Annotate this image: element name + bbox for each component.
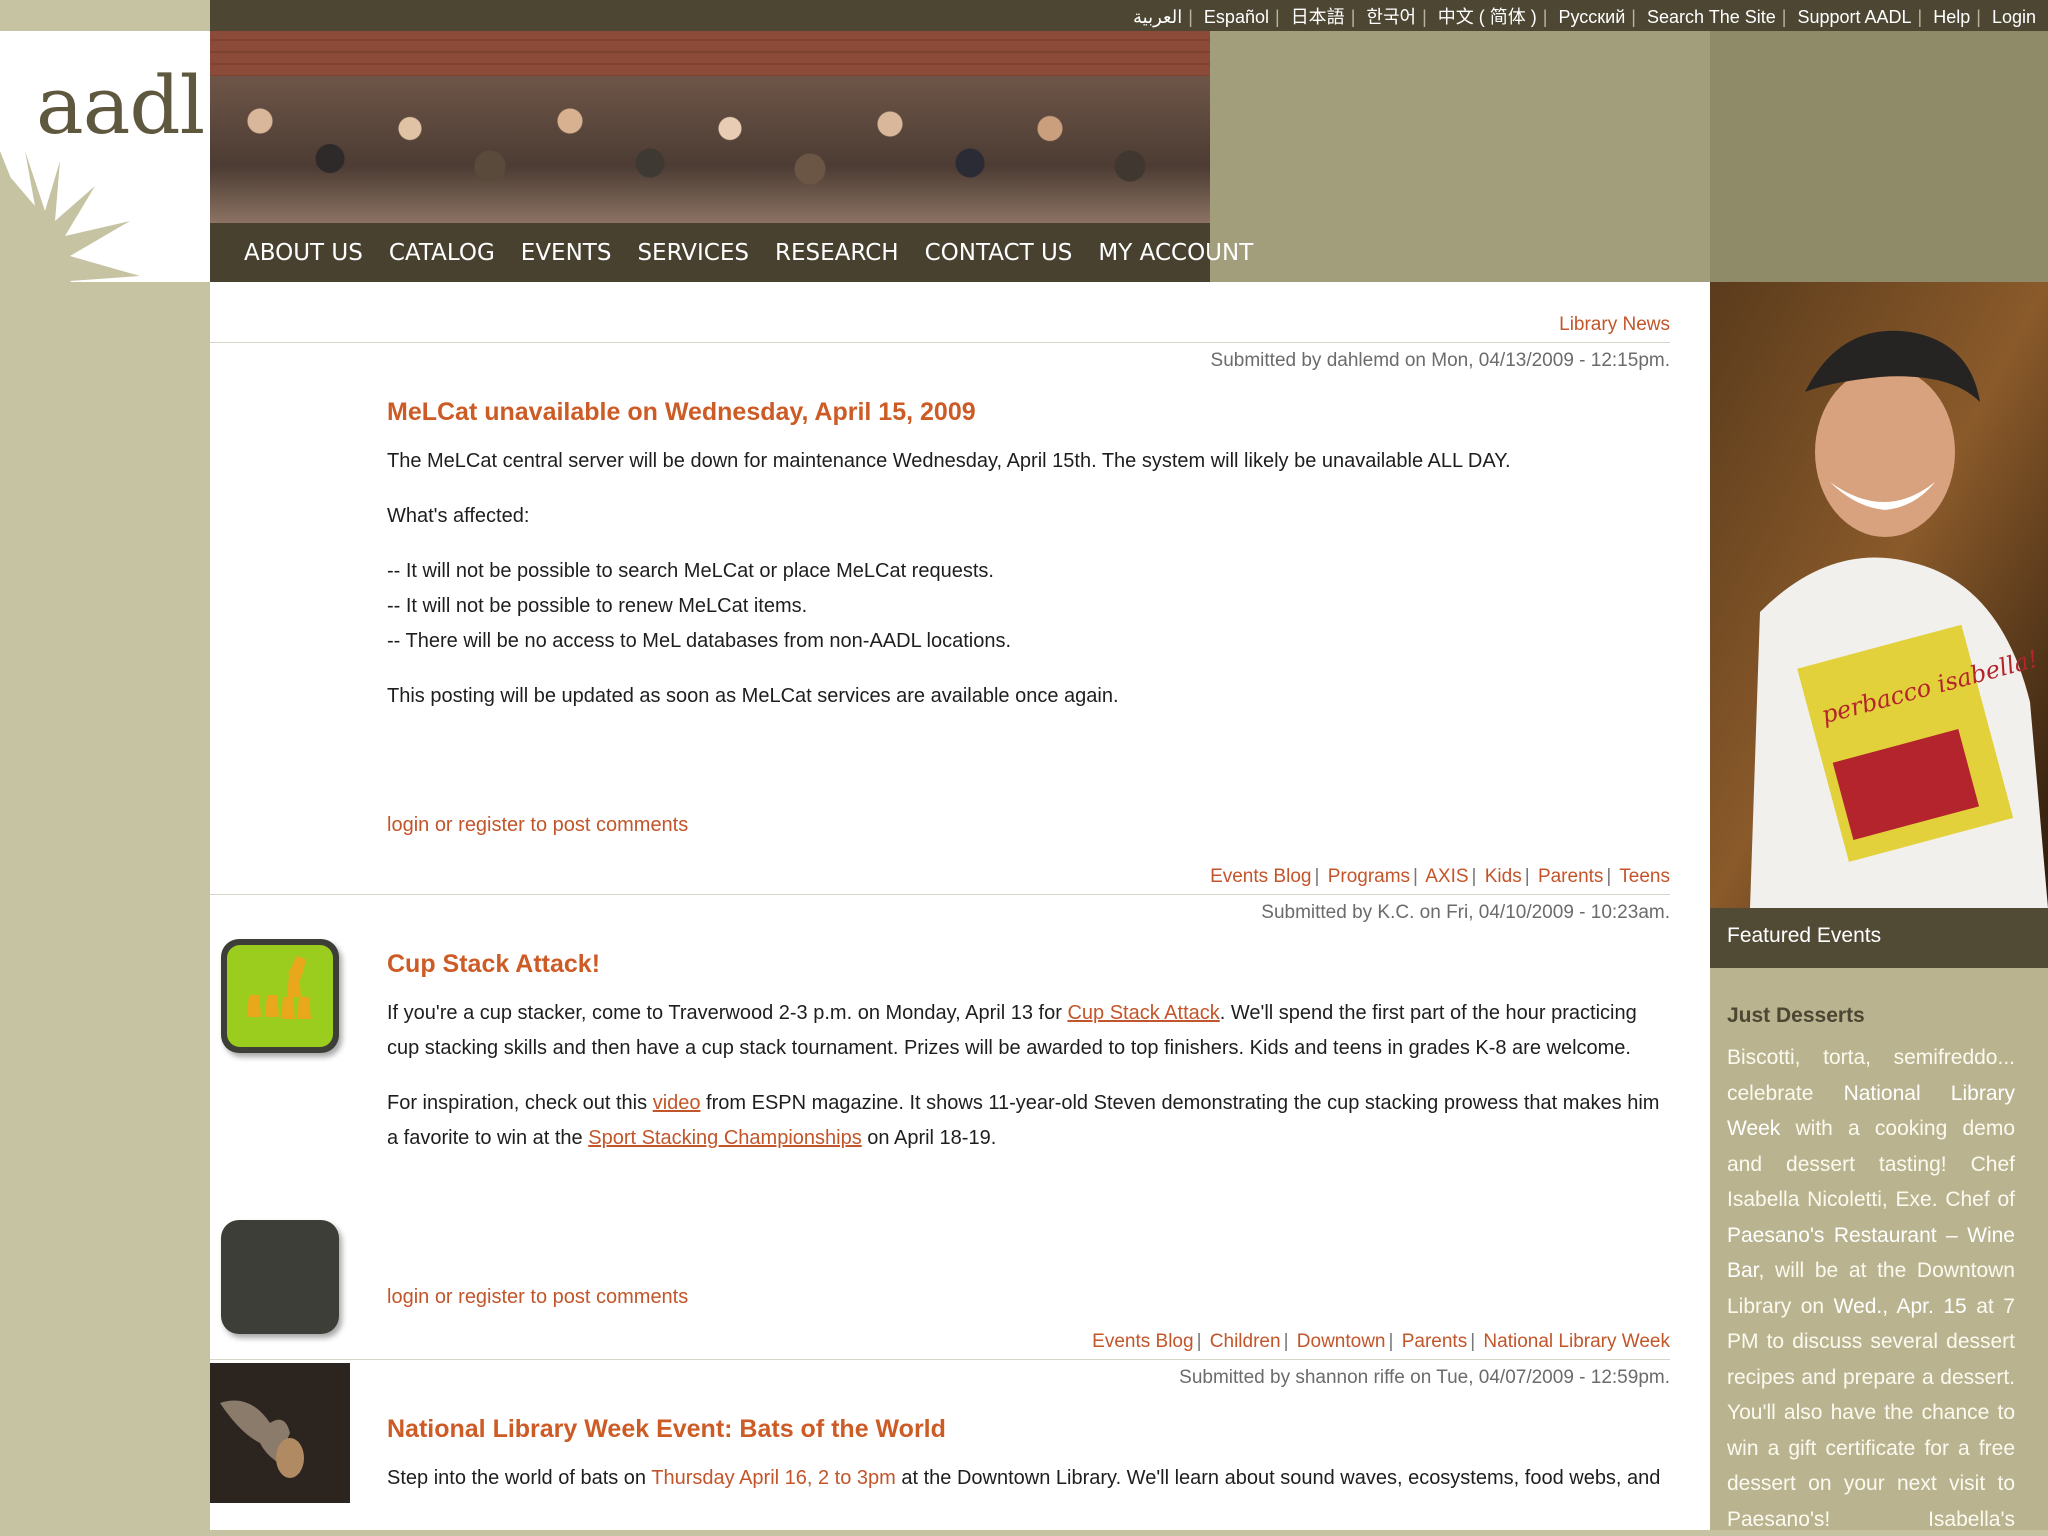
cup-stack-image[interactable] [221, 939, 339, 1053]
tag-programs[interactable]: Programs [1328, 866, 1410, 887]
tag-library-news[interactable]: Library News [1559, 314, 1670, 335]
post-list-line: -- It will not be possible to renew MeLC… [387, 595, 808, 617]
tag-events-blog[interactable]: Events Blog [1092, 1331, 1193, 1352]
post-tags: Events Blog | Programs | AXIS | Kids | Paren… [1210, 866, 1670, 887]
featured-event-photo[interactable]: perbacco isabella! [1710, 282, 2048, 908]
post-paragraph: Step into the world of bats on Thursday … [387, 1467, 1661, 1489]
post-submitted: Submitted by K.C. on Fri, 04/10/2009 - 1… [1261, 902, 1670, 923]
divider [210, 342, 1670, 343]
tag-teens[interactable]: Teens [1619, 866, 1670, 887]
main-nav: ABOUT US CATALOG EVENTS SERVICES RESEARC… [210, 223, 1253, 282]
tag-kids[interactable]: Kids [1485, 866, 1522, 887]
logo[interactable]: aadl.org [0, 31, 210, 282]
featured-event-title[interactable]: Just Desserts [1727, 1004, 2015, 1028]
post-list-line: -- There will be no access to MeL databa… [387, 630, 1012, 652]
post-title[interactable]: National Library Week Event: Bats of the… [387, 1415, 946, 1444]
utility-links: العربية | Español | 日本語 | 한국어 | 中文 ( 简体 ) | Р… [1133, 7, 2036, 27]
post-body: Step into the world of bats on Thursday … [387, 1461, 1670, 1516]
post-paragraph: If you're a cup stacker, come to Traverw… [387, 1002, 1637, 1059]
lang-spanish-link[interactable]: Español [1204, 7, 1269, 27]
post-tags: Library News [1559, 314, 1670, 336]
championships-link[interactable]: Sport Stacking Championships [588, 1127, 861, 1149]
tag-national-library-week[interactable]: National Library Week [1483, 1331, 1670, 1352]
post-title[interactable]: MeLCat unavailable on Wednesday, April 1… [387, 398, 976, 427]
bottom-strip [0, 1530, 2048, 1536]
lang-korean-link[interactable]: 한국어 [1366, 7, 1416, 27]
comments-link[interactable]: login or register to post comments [387, 814, 688, 837]
lang-russian-link[interactable]: Русский [1558, 7, 1625, 27]
post-tags: Events Blog | Children | Downtown | Parents… [1092, 1331, 1670, 1352]
post-paragraph: What's affected: [387, 505, 530, 527]
tag-parents[interactable]: Parents [1538, 866, 1603, 887]
support-link[interactable]: Support AADL [1797, 7, 1911, 27]
event-date: Wed., Apr. 15 [1833, 1294, 1967, 1318]
tag-events-blog[interactable]: Events Blog [1210, 866, 1311, 887]
featured-event-text: Biscotti, torta, semifreddo... celebrate… [1727, 1046, 2015, 1531]
post-paragraph: This posting will be updated as soon as … [387, 685, 1119, 707]
nav-services[interactable]: SERVICES [637, 240, 749, 266]
lang-chinese-link[interactable]: 中文 ( 简体 ) [1438, 7, 1537, 27]
post-list-line: -- It will not be possible to search MeL… [387, 560, 994, 582]
tag-children[interactable]: Children [1210, 1331, 1281, 1352]
featured-event-body: Just Desserts Biscotti, torta, semifredd… [1710, 968, 2048, 1536]
header-banner-image [210, 31, 1210, 223]
logo-burst-icon [0, 151, 140, 282]
nav-my-account[interactable]: MY ACCOUNT [1098, 240, 1253, 266]
chef-photo-illustration: perbacco isabella! [1710, 282, 2048, 908]
header-fill [1210, 31, 1710, 282]
comments-link[interactable]: login or register to post comments [387, 1286, 688, 1309]
search-site-link[interactable]: Search The Site [1647, 7, 1776, 27]
post-body: The MeLCat central server will be down f… [387, 444, 1670, 734]
nav-research[interactable]: RESEARCH [775, 240, 899, 266]
post-submitted: Submitted by dahlemd on Mon, 04/13/2009 … [1210, 350, 1670, 371]
nav-catalog[interactable]: CATALOG [389, 240, 495, 266]
main-content: Library News Submitted by dahlemd on Mon… [210, 282, 1710, 1536]
tag-parents[interactable]: Parents [1402, 1331, 1467, 1352]
cup-stack-thumbnail[interactable] [221, 1220, 339, 1334]
divider [210, 894, 1670, 895]
nav-events[interactable]: EVENTS [521, 240, 612, 266]
post-paragraph: For inspiration, check out this video fr… [387, 1092, 1660, 1149]
tag-axis[interactable]: AXIS [1425, 866, 1468, 887]
utility-bar: العربية | Español | 日本語 | 한국어 | 中文 ( 简体 ) | Р… [210, 0, 2048, 31]
post-title[interactable]: Cup Stack Attack! [387, 950, 600, 979]
cups-icon [247, 955, 311, 1019]
help-link[interactable]: Help [1933, 7, 1970, 27]
post-paragraph: The MeLCat central server will be down f… [387, 450, 1511, 472]
nav-about-us[interactable]: ABOUT US [244, 240, 363, 266]
video-link[interactable]: video [653, 1092, 701, 1114]
lang-arabic-link[interactable]: العربية [1133, 7, 1182, 27]
bat-image[interactable] [210, 1363, 350, 1503]
post-submitted: Submitted by shannon riffe on Tue, 04/07… [1179, 1367, 1670, 1388]
lang-japanese-link[interactable]: 日本語 [1291, 7, 1345, 27]
featured-events-label: Featured Events [1710, 908, 2048, 968]
cup-stack-attack-link[interactable]: Cup Stack Attack [1067, 1002, 1219, 1024]
logo-text: aadl.org [36, 59, 210, 152]
tag-downtown[interactable]: Downtown [1297, 1331, 1386, 1352]
header-right-panel [1710, 31, 2048, 282]
nav-contact-us[interactable]: CONTACT US [925, 240, 1073, 266]
post-body: If you're a cup stacker, come to Traverw… [387, 996, 1670, 1176]
divider [210, 1359, 1670, 1360]
login-link[interactable]: Login [1992, 7, 2036, 27]
bat-icon [220, 1400, 304, 1478]
event-date-link[interactable]: Thursday April 16, 2 to 3pm [651, 1467, 896, 1489]
